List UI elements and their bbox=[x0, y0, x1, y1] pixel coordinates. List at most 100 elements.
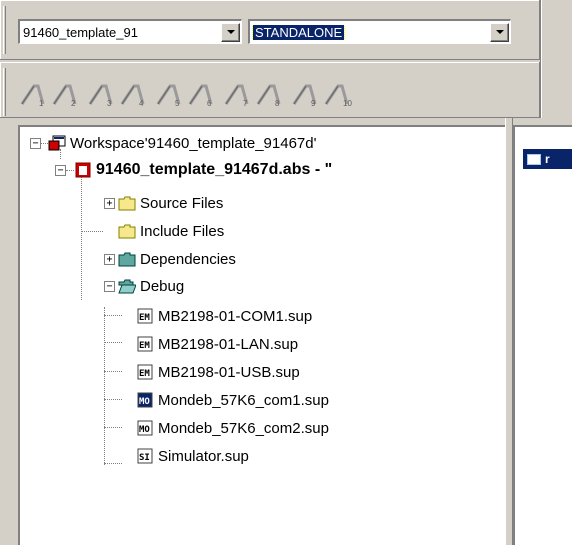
project-toolbar: 91460_template_91 STANDALONE bbox=[0, 0, 540, 60]
tree-connector bbox=[104, 342, 122, 343]
expand-toggle[interactable]: + bbox=[104, 198, 115, 209]
tree-connector bbox=[104, 427, 122, 428]
bookmark-flag-icon: 10 bbox=[324, 84, 352, 108]
tree-item-label: Workspace'91460_template_91467d' bbox=[70, 134, 317, 152]
bookmark-8-button[interactable]: 8 bbox=[254, 79, 286, 109]
bookmark-flag-icon: 5 bbox=[156, 84, 181, 108]
project-select[interactable]: 91460_template_91 bbox=[18, 19, 242, 44]
tree-item-label: Simulator.sup bbox=[158, 447, 249, 465]
tree-item-label: Dependencies bbox=[140, 250, 236, 268]
folder-teal-icon bbox=[118, 252, 136, 267]
collapse-toggle[interactable]: − bbox=[55, 165, 66, 176]
emulator-file-icon: EM bbox=[137, 336, 153, 352]
bookmark-group: 9 10 bbox=[290, 79, 354, 109]
tree-item-file[interactable]: EM MB2198-01-USB.sup bbox=[136, 361, 300, 383]
bookmark-2-button[interactable]: 2 bbox=[50, 79, 82, 109]
tree-connector bbox=[104, 307, 105, 465]
configuration-select-value-wrap: STANDALONE bbox=[250, 24, 490, 40]
tree-connector bbox=[104, 463, 122, 464]
svg-text:6: 6 bbox=[207, 99, 212, 108]
toolbar-overflow-area bbox=[540, 0, 572, 118]
bookmark-flag-icon: 2 bbox=[52, 84, 77, 108]
tree-item-file[interactable]: EM MB2198-01-COM1.sup bbox=[136, 305, 312, 327]
tree-connector bbox=[66, 170, 74, 171]
svg-text:EM: EM bbox=[139, 341, 150, 351]
emulator-file-icon: EM bbox=[137, 308, 153, 324]
tree-item-folder[interactable]: Source Files bbox=[118, 192, 223, 214]
bookmark-toolbar: 1 2 3 4 5 6 7 8 9 10 bbox=[0, 62, 540, 118]
monitor-file-icon: MO bbox=[137, 392, 153, 408]
tree-connector bbox=[104, 315, 122, 316]
tree-item-label: Include Files bbox=[140, 222, 225, 240]
tree-item-folder[interactable]: Include Files bbox=[118, 220, 224, 242]
workspace-tree: − Workspace'91460_template_91467d' − 914… bbox=[20, 127, 505, 545]
tree-item-file[interactable]: MO Mondeb_57K6_com1.sup bbox=[136, 389, 329, 411]
collapse-toggle[interactable]: − bbox=[104, 281, 115, 292]
tree-item-project[interactable]: 91460_template_91467d.abs - " bbox=[74, 159, 332, 181]
folder-yellow-icon bbox=[118, 224, 136, 239]
tree-item-workspace[interactable]: Workspace'91460_template_91467d' bbox=[48, 132, 316, 154]
document-window-title[interactable]: r bbox=[523, 149, 572, 169]
tree-item-label: MB2198-01-LAN.sup bbox=[158, 335, 299, 353]
svg-text:9: 9 bbox=[311, 99, 316, 108]
svg-text:5: 5 bbox=[175, 99, 180, 108]
bookmark-10-button[interactable]: 10 bbox=[322, 79, 354, 109]
tree-item-label: MB2198-01-USB.sup bbox=[158, 363, 300, 381]
tree-item-folder[interactable]: Dependencies bbox=[118, 248, 236, 270]
tree-item-label: Mondeb_57K6_com2.sup bbox=[158, 419, 329, 437]
emulator-file-icon: EM bbox=[137, 364, 153, 380]
project-select-value: 91460_template_91 bbox=[23, 24, 138, 40]
tree-item-folder[interactable]: Debug bbox=[118, 275, 184, 297]
project-select-dropdown-button[interactable] bbox=[221, 22, 240, 42]
svg-text:2: 2 bbox=[71, 99, 76, 108]
svg-text:EM: EM bbox=[139, 313, 150, 323]
bookmark-3-button[interactable]: 3 bbox=[86, 79, 118, 109]
tree-item-label: Source Files bbox=[140, 194, 224, 212]
toolbar-grip[interactable] bbox=[3, 6, 6, 54]
document-window-title-text: r bbox=[545, 152, 550, 166]
svg-text:3: 3 bbox=[107, 99, 112, 108]
expand-toggle[interactable]: + bbox=[104, 254, 115, 265]
svg-text:MO: MO bbox=[139, 397, 150, 407]
bookmark-5-button[interactable]: 5 bbox=[154, 79, 186, 109]
tree-connector bbox=[104, 399, 122, 400]
tree-item-file[interactable]: MO Mondeb_57K6_com2.sup bbox=[136, 417, 329, 439]
monitor-file-icon: MO bbox=[137, 420, 153, 436]
toolbar-grip[interactable] bbox=[3, 68, 6, 116]
bookmark-group: 12 bbox=[18, 79, 82, 109]
bookmark-9-button[interactable]: 9 bbox=[290, 79, 322, 109]
tree-connector bbox=[40, 143, 48, 144]
configuration-select-dropdown-button[interactable] bbox=[490, 22, 509, 42]
workspace-icon bbox=[48, 135, 66, 151]
tree-item-file[interactable]: SI Simulator.sup bbox=[136, 445, 249, 467]
tree-item-label: MB2198-01-COM1.sup bbox=[158, 307, 313, 325]
workspace-pane[interactable]: − Workspace'91460_template_91467d' − 914… bbox=[18, 125, 505, 545]
bookmark-4-button[interactable]: 4 bbox=[118, 79, 150, 109]
folder-open-teal-icon bbox=[118, 279, 136, 294]
svg-text:7: 7 bbox=[243, 99, 248, 108]
bookmark-flag-icon: 7 bbox=[224, 84, 249, 108]
ide-window: 91460_template_91 STANDALONE 1 2 3 4 5 6 7 8 9 10 bbox=[0, 0, 572, 545]
simulator-file-icon: SI bbox=[137, 448, 153, 464]
bookmark-7-button[interactable]: 7 bbox=[222, 79, 254, 109]
bookmark-flag-icon: 1 bbox=[20, 84, 45, 108]
svg-text:4: 4 bbox=[139, 99, 144, 108]
folder-yellow-icon bbox=[118, 196, 136, 211]
chevron-down-icon bbox=[495, 30, 504, 34]
bookmark-1-button[interactable]: 1 bbox=[18, 79, 50, 109]
svg-text:SI: SI bbox=[139, 453, 150, 463]
bookmark-flag-icon: 3 bbox=[88, 84, 113, 108]
bookmark-flag-icon: 6 bbox=[188, 84, 213, 108]
pane-splitter[interactable] bbox=[505, 118, 513, 545]
tree-connector bbox=[104, 371, 122, 372]
bookmark-6-button[interactable]: 6 bbox=[186, 79, 218, 109]
svg-text:MO: MO bbox=[139, 425, 150, 435]
project-icon bbox=[75, 162, 91, 178]
configuration-select[interactable]: STANDALONE bbox=[248, 19, 511, 44]
editor-area[interactable]: r bbox=[513, 125, 572, 545]
tree-item-file[interactable]: EM MB2198-01-LAN.sup bbox=[136, 333, 298, 355]
bookmark-flag-icon: 4 bbox=[120, 84, 145, 108]
bookmark-flag-icon: 8 bbox=[256, 84, 281, 108]
collapse-toggle[interactable]: − bbox=[30, 138, 41, 149]
bookmark-group: 78 bbox=[222, 79, 286, 109]
